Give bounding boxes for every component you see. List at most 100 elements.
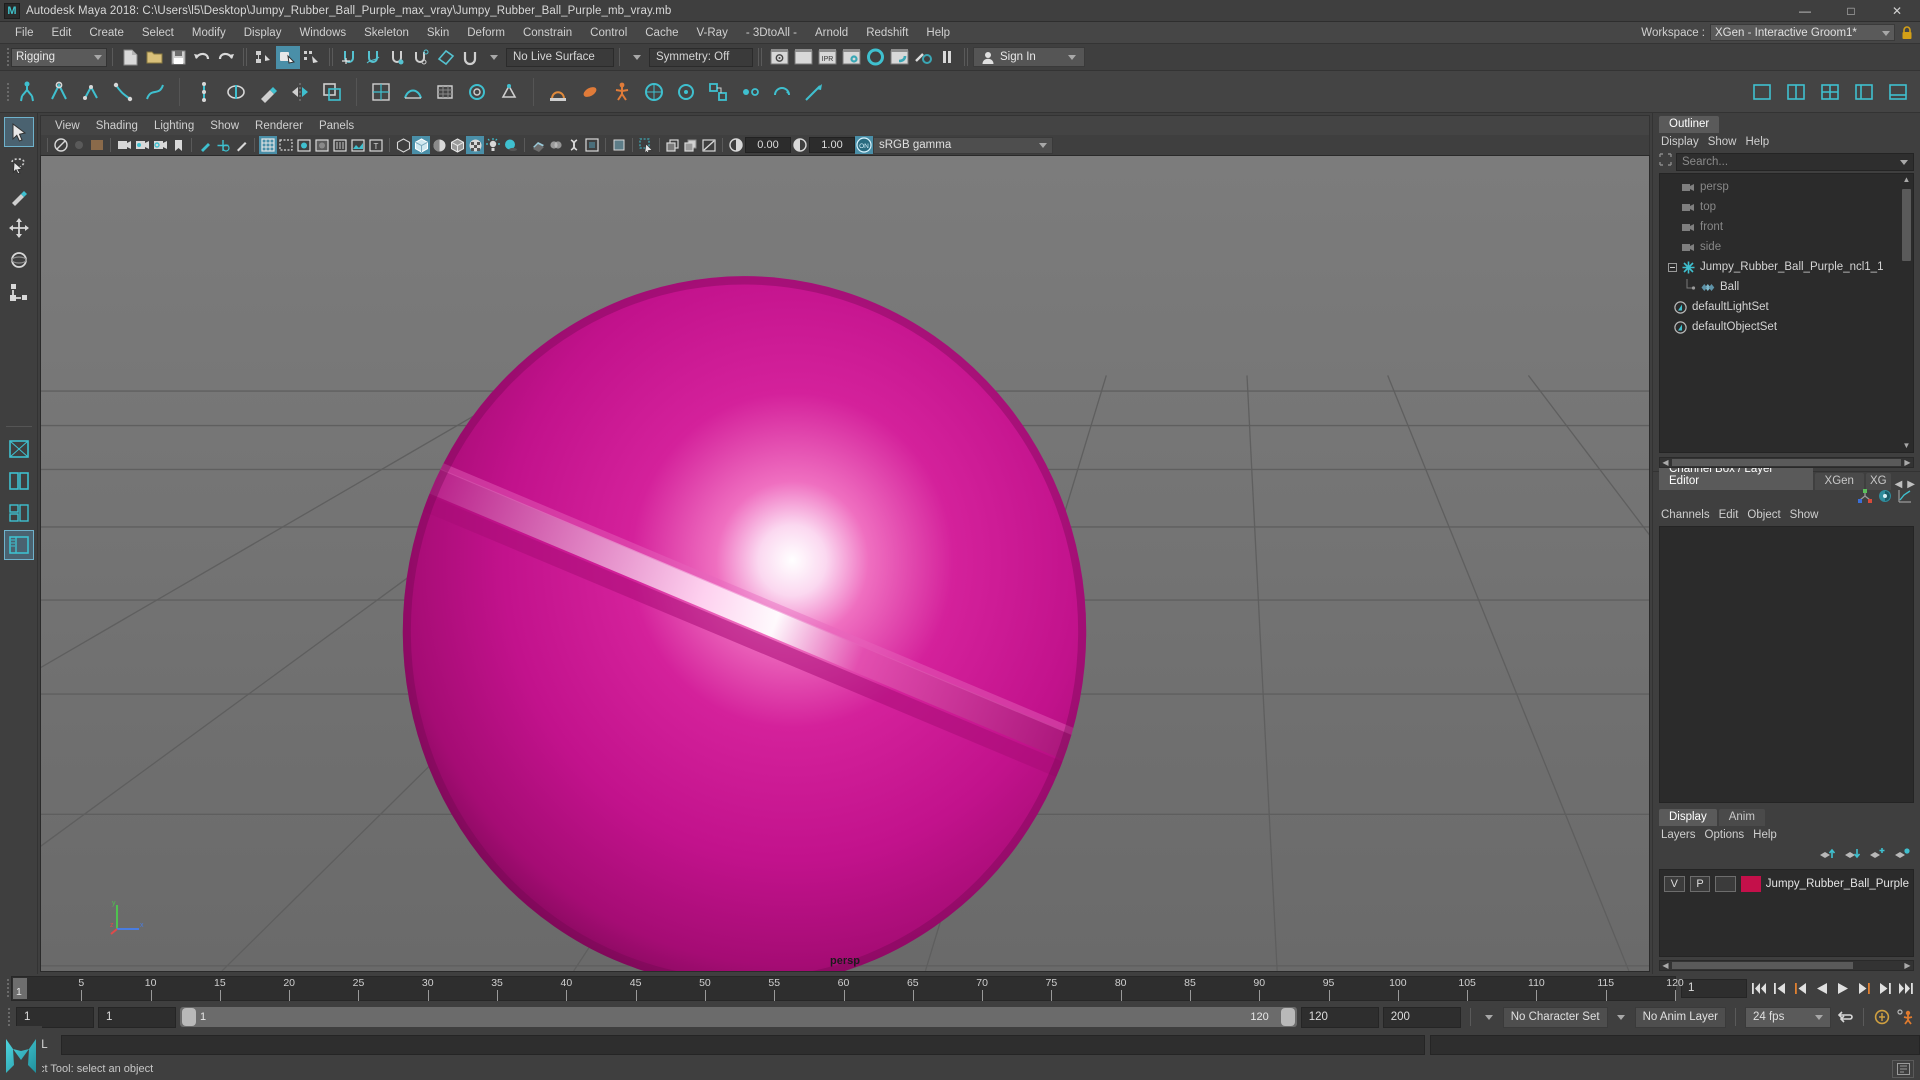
layout-three-pane-icon[interactable] [4,498,34,528]
ipr-render-icon[interactable]: IPR [815,46,839,69]
grid-icon[interactable] [259,136,277,154]
cycle-icon[interactable] [1835,1006,1854,1028]
perspective-viewport[interactable]: y x z persp [40,155,1650,972]
outliner-item-defaultlightset[interactable]: defaultLightSet [1660,297,1913,317]
channel-menu-edit[interactable]: Edit [1719,509,1748,521]
move-tool-icon[interactable] [4,213,34,243]
ik-spline-icon[interactable] [139,76,171,108]
tab-display-layers[interactable]: Display [1659,809,1717,826]
save-scene-icon[interactable] [166,46,190,69]
gate-mask-icon[interactable] [313,136,331,154]
menu-cache[interactable]: Cache [636,25,687,41]
joint-tool-icon[interactable] [75,76,107,108]
outliner-tree[interactable]: persp top front side Jumpy_Rubber_Ball_P… [1659,173,1914,453]
menu-control[interactable]: Control [581,25,636,41]
layer-color-swatch[interactable] [1741,876,1761,892]
xray-joints-icon[interactable] [664,136,682,154]
time-slider-grip[interactable] [4,977,11,999]
command-feedback-icon[interactable] [1892,1060,1914,1078]
play-forwards-icon[interactable] [1833,977,1852,999]
outliner-vertical-scrollbar[interactable]: ▲ ▼ [1901,175,1912,451]
color-management-dropdown[interactable]: sRGB gamma [873,136,1053,154]
animation-start-field[interactable]: 1 [16,1006,94,1028]
lattice-icon[interactable] [429,76,461,108]
layer-menu-options[interactable]: Options [1705,829,1754,841]
aim-constraint-icon[interactable] [798,76,830,108]
menu-edit[interactable]: Edit [43,25,81,41]
camera-settings-icon[interactable] [151,136,169,154]
graph-editor-icon[interactable] [1898,489,1912,508]
menu-create[interactable]: Create [80,25,133,41]
move-layer-up-icon[interactable] [1819,847,1836,865]
menu-vray[interactable]: V-Ray [688,25,737,41]
menu-file[interactable]: File [6,25,43,41]
use-all-lights-icon[interactable] [484,136,502,154]
expand-collapse-icon[interactable] [1668,262,1677,272]
live-surface-field[interactable]: No Live Surface [506,47,614,67]
new-layer-from-selected-icon[interactable] [1869,847,1885,865]
redo-icon[interactable] [214,46,238,69]
menu-modify[interactable]: Modify [183,25,235,41]
outliner-item-defaultobjectset[interactable]: defaultObjectSet [1660,317,1913,337]
time-cursor[interactable]: 1 [13,977,27,999]
insert-joint-icon[interactable] [188,76,220,108]
quick-rig-icon[interactable] [11,76,43,108]
wrap-icon[interactable] [461,76,493,108]
range-slider-grip[interactable] [5,1006,12,1028]
menu-help[interactable]: Help [917,25,959,41]
paint-weights-icon[interactable] [252,76,284,108]
select-by-component-icon[interactable] [300,46,324,69]
select-by-hierarchy-icon[interactable] [252,46,276,69]
snap-to-view-plane-icon[interactable] [434,46,458,69]
menu-skin[interactable]: Skin [418,25,458,41]
rotate-tool-icon[interactable] [4,245,34,275]
menu-windows[interactable]: Windows [290,25,355,41]
grease-pencil-icon[interactable] [196,136,214,154]
orient-constraint-icon[interactable] [766,76,798,108]
bind-skin-icon[interactable] [220,76,252,108]
pose-icon[interactable] [606,76,638,108]
viewport-menu-view[interactable]: View [47,119,88,133]
layer-name[interactable]: Jumpy_Rubber_Ball_Purple [1766,878,1909,890]
channel-menu-channels[interactable]: Channels [1661,509,1719,521]
shaded-wireframe-icon[interactable] [448,136,466,154]
channel-box-icon[interactable] [1858,488,1872,508]
layout-four-view-icon[interactable] [1814,76,1846,108]
tab-xgen-2[interactable]: XG [1865,473,1891,490]
step-back-frame-icon[interactable] [1791,977,1810,999]
gamma-field[interactable]: 1.00 [809,137,855,153]
gamma-icon[interactable] [791,136,809,154]
scale-tool-icon[interactable] [4,277,34,307]
layout-single-icon[interactable] [1746,76,1778,108]
layer-menu-layers[interactable]: Layers [1661,829,1705,841]
viewport-menu-shading[interactable]: Shading [88,119,146,133]
range-slider-track[interactable]: 1 120 [180,1007,1297,1027]
menu-arnold[interactable]: Arnold [806,25,857,41]
layout-persp-outliner-icon[interactable] [3,530,34,560]
step-forward-keyframe-icon[interactable] [1875,977,1894,999]
undo-icon[interactable] [190,46,214,69]
layout-graph-icon[interactable] [1882,76,1914,108]
menu-redshift[interactable]: Redshift [857,25,917,41]
deformer-icon[interactable] [365,76,397,108]
step-forward-frame-icon[interactable] [1854,977,1873,999]
outliner-horizontal-scrollbar[interactable]: ◀ ▶ [1659,457,1914,468]
hypershade-icon[interactable] [863,46,887,69]
time-slider-track[interactable]: 1 5 10 15 20 25 30 35 40 45 50 55 60 65 70 75 80 85 90 95 1… [11,975,1684,1001]
playback-end-field[interactable]: 120 [1300,1006,1379,1028]
layout-single-pane-icon[interactable] [4,434,34,464]
go-to-end-icon[interactable] [1896,977,1915,999]
play-backwards-icon[interactable] [1812,977,1831,999]
command-input[interactable] [60,1035,1425,1055]
channel-menu-object[interactable]: Object [1747,509,1789,521]
menu-constrain[interactable]: Constrain [514,25,581,41]
xray-active-components-icon[interactable] [682,136,700,154]
layer-list[interactable]: V P Jumpy_Rubber_Ball_Purple [1659,869,1914,957]
layer-horizontal-scrollbar[interactable]: ◀ ▶ [1659,960,1914,971]
move-layer-down-icon[interactable] [1844,847,1861,865]
tab-xgen[interactable]: XGen [1814,473,1864,490]
depth-of-field-icon[interactable] [565,136,583,154]
character-set-dropdown[interactable]: No Character Set [1502,1006,1608,1028]
mirror-weights-icon[interactable] [284,76,316,108]
tab-outliner[interactable]: Outliner [1659,116,1720,133]
